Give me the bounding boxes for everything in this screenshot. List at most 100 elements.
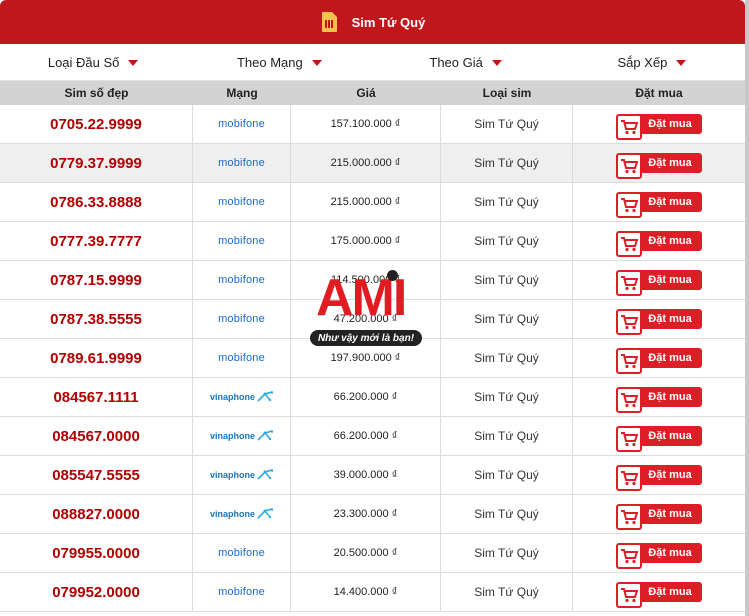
cart-icon	[616, 504, 643, 530]
filter-prefix[interactable]: Loại Đầu Số	[0, 44, 186, 80]
type-cell: Sim Tứ Quý	[441, 261, 573, 299]
sim-type: Sim Tứ Quý	[474, 156, 539, 170]
sim-price: 66.200.000 ₫	[333, 430, 398, 442]
sim-price: 197.900.000 ₫	[330, 352, 401, 364]
buy-button[interactable]: Đặt mua	[616, 348, 702, 374]
mobifone-logo: mobifone	[218, 274, 265, 286]
number-cell: 085547.5555	[0, 456, 193, 494]
sim-type: Sim Tứ Quý	[474, 507, 539, 521]
sim-price: 39.000.000 ₫	[333, 469, 398, 481]
buy-button[interactable]: Đặt mua	[616, 231, 702, 257]
network-cell: vinaphone	[193, 378, 291, 416]
cart-icon	[616, 270, 643, 296]
filter-prefix-label: Loại Đầu Số	[47, 54, 120, 70]
sim-number[interactable]: 084567.0000	[52, 428, 140, 445]
mobifone-logo: mobifone	[218, 157, 265, 169]
table-row: 079952.0000 mobifone 14.400.000 ₫ Sim Tứ Qu…	[0, 573, 745, 612]
sim-number[interactable]: 0777.39.7777	[50, 233, 142, 250]
buy-button[interactable]: Đặt mua	[616, 543, 702, 569]
cart-icon	[616, 192, 643, 218]
buy-button[interactable]: Đặt mua	[616, 504, 702, 530]
buy-button[interactable]: Đặt mua	[616, 582, 702, 608]
buy-cell: Đặt mua	[573, 300, 745, 338]
buy-button[interactable]: Đặt mua	[616, 270, 702, 296]
scrollbar[interactable]	[745, 0, 749, 616]
price-cell: 66.200.000 ₫	[291, 417, 441, 455]
mobifone-logo: mobifone	[218, 586, 265, 598]
network-cell: vinaphone	[193, 495, 291, 533]
sim-number[interactable]: 0705.22.9999	[50, 116, 142, 133]
sim-type: Sim Tứ Quý	[474, 312, 539, 326]
network-name: vinaphone	[209, 470, 255, 480]
caret-down-icon	[491, 60, 502, 66]
buy-button[interactable]: Đặt mua	[616, 192, 702, 218]
table-row: 0777.39.7777 mobifone 175.000.000 ₫ Sim Tứ …	[0, 222, 745, 261]
sim-price: 23.300.000 ₫	[333, 508, 398, 520]
buy-button[interactable]: Đặt mua	[616, 465, 702, 491]
sim-price: 215.000.000 ₫	[330, 196, 401, 208]
buy-button[interactable]: Đặt mua	[616, 426, 702, 452]
network-cell: mobifone	[193, 105, 291, 143]
mobifone-logo: mobifone	[218, 235, 265, 247]
sim-number[interactable]: 0787.15.9999	[50, 272, 142, 289]
type-cell: Sim Tứ Quý	[441, 456, 573, 494]
buy-cell: Đặt mua	[573, 495, 745, 533]
sim-number[interactable]: 088827.0000	[52, 506, 140, 523]
sim-number[interactable]: 085547.5555	[52, 467, 140, 484]
price-cell: 66.200.000 ₫	[291, 378, 441, 416]
network-cell: mobifone	[193, 300, 291, 338]
buy-cell: Đặt mua	[573, 573, 745, 611]
number-cell: 084567.1111	[0, 378, 193, 416]
cart-icon	[616, 465, 643, 491]
filter-network[interactable]: Theo Mạng	[186, 44, 372, 80]
sim-number[interactable]: 0786.33.8888	[50, 194, 142, 211]
buy-button-label: Đặt mua	[648, 235, 692, 247]
price-cell: 20.500.000 ₫	[291, 534, 441, 572]
buy-button-label: Đặt mua	[648, 196, 692, 208]
number-cell: 0786.33.8888	[0, 183, 193, 221]
column-header-type: Loại sim	[482, 86, 532, 100]
sim-type: Sim Tứ Quý	[474, 117, 539, 131]
buy-button[interactable]: Đặt mua	[616, 309, 702, 335]
filter-bar: Loại Đầu Số Theo Mạng Theo Giá Sắp Xếp	[0, 44, 745, 81]
sim-number[interactable]: 0779.37.9999	[50, 155, 142, 172]
sim-number[interactable]: 079952.0000	[52, 584, 140, 601]
price-cell: 39.000.000 ₫	[291, 456, 441, 494]
sim-table: 0705.22.9999 mobifone 157.100.000 ₫ Sim Tứ …	[0, 105, 745, 612]
buy-button[interactable]: Đặt mua	[616, 153, 702, 179]
price-cell: 14.400.000 ₫	[291, 573, 441, 611]
filter-sort[interactable]: Sắp Xếp	[559, 44, 745, 80]
buy-cell: Đặt mua	[573, 534, 745, 572]
number-cell: 0705.22.9999	[0, 105, 193, 143]
buy-button-label: Đặt mua	[648, 391, 692, 403]
buy-button-label: Đặt mua	[648, 118, 692, 130]
filter-price[interactable]: Theo Giá	[373, 44, 559, 80]
type-cell: Sim Tứ Quý	[441, 300, 573, 338]
vinaphone-logo: vinaphone	[210, 508, 273, 520]
vinaphone-logo: vinaphone	[210, 430, 273, 442]
type-cell: Sim Tứ Quý	[441, 378, 573, 416]
sim-number[interactable]: 079955.0000	[52, 545, 140, 562]
sim-price: 66.200.000 ₫	[333, 391, 398, 403]
buy-button[interactable]: Đặt mua	[616, 387, 702, 413]
page-title: Sim Tứ Quý	[351, 14, 426, 30]
cart-icon	[616, 153, 643, 179]
buy-cell: Đặt mua	[573, 261, 745, 299]
buy-button[interactable]: Đặt mua	[616, 114, 702, 140]
column-header-buy: Đặt mua	[635, 86, 683, 100]
sim-number[interactable]: 084567.1111	[53, 389, 138, 406]
sim-price: 175.000.000 ₫	[330, 235, 401, 247]
sim-number[interactable]: 0789.61.9999	[50, 350, 142, 367]
network-cell: mobifone	[193, 222, 291, 260]
buy-button-label: Đặt mua	[648, 313, 692, 325]
network-cell: mobifone	[193, 534, 291, 572]
vinaphone-logo: vinaphone	[210, 391, 273, 403]
buy-button-label: Đặt mua	[648, 274, 692, 286]
sim-number[interactable]: 0787.38.5555	[50, 311, 142, 328]
number-cell: 0779.37.9999	[0, 144, 193, 182]
buy-cell: Đặt mua	[573, 144, 745, 182]
cart-icon	[616, 309, 643, 335]
ami-slogan: Như vậy mới là bạn!	[310, 330, 422, 346]
buy-button-label: Đặt mua	[648, 352, 692, 364]
number-cell: 0787.38.5555	[0, 300, 193, 338]
